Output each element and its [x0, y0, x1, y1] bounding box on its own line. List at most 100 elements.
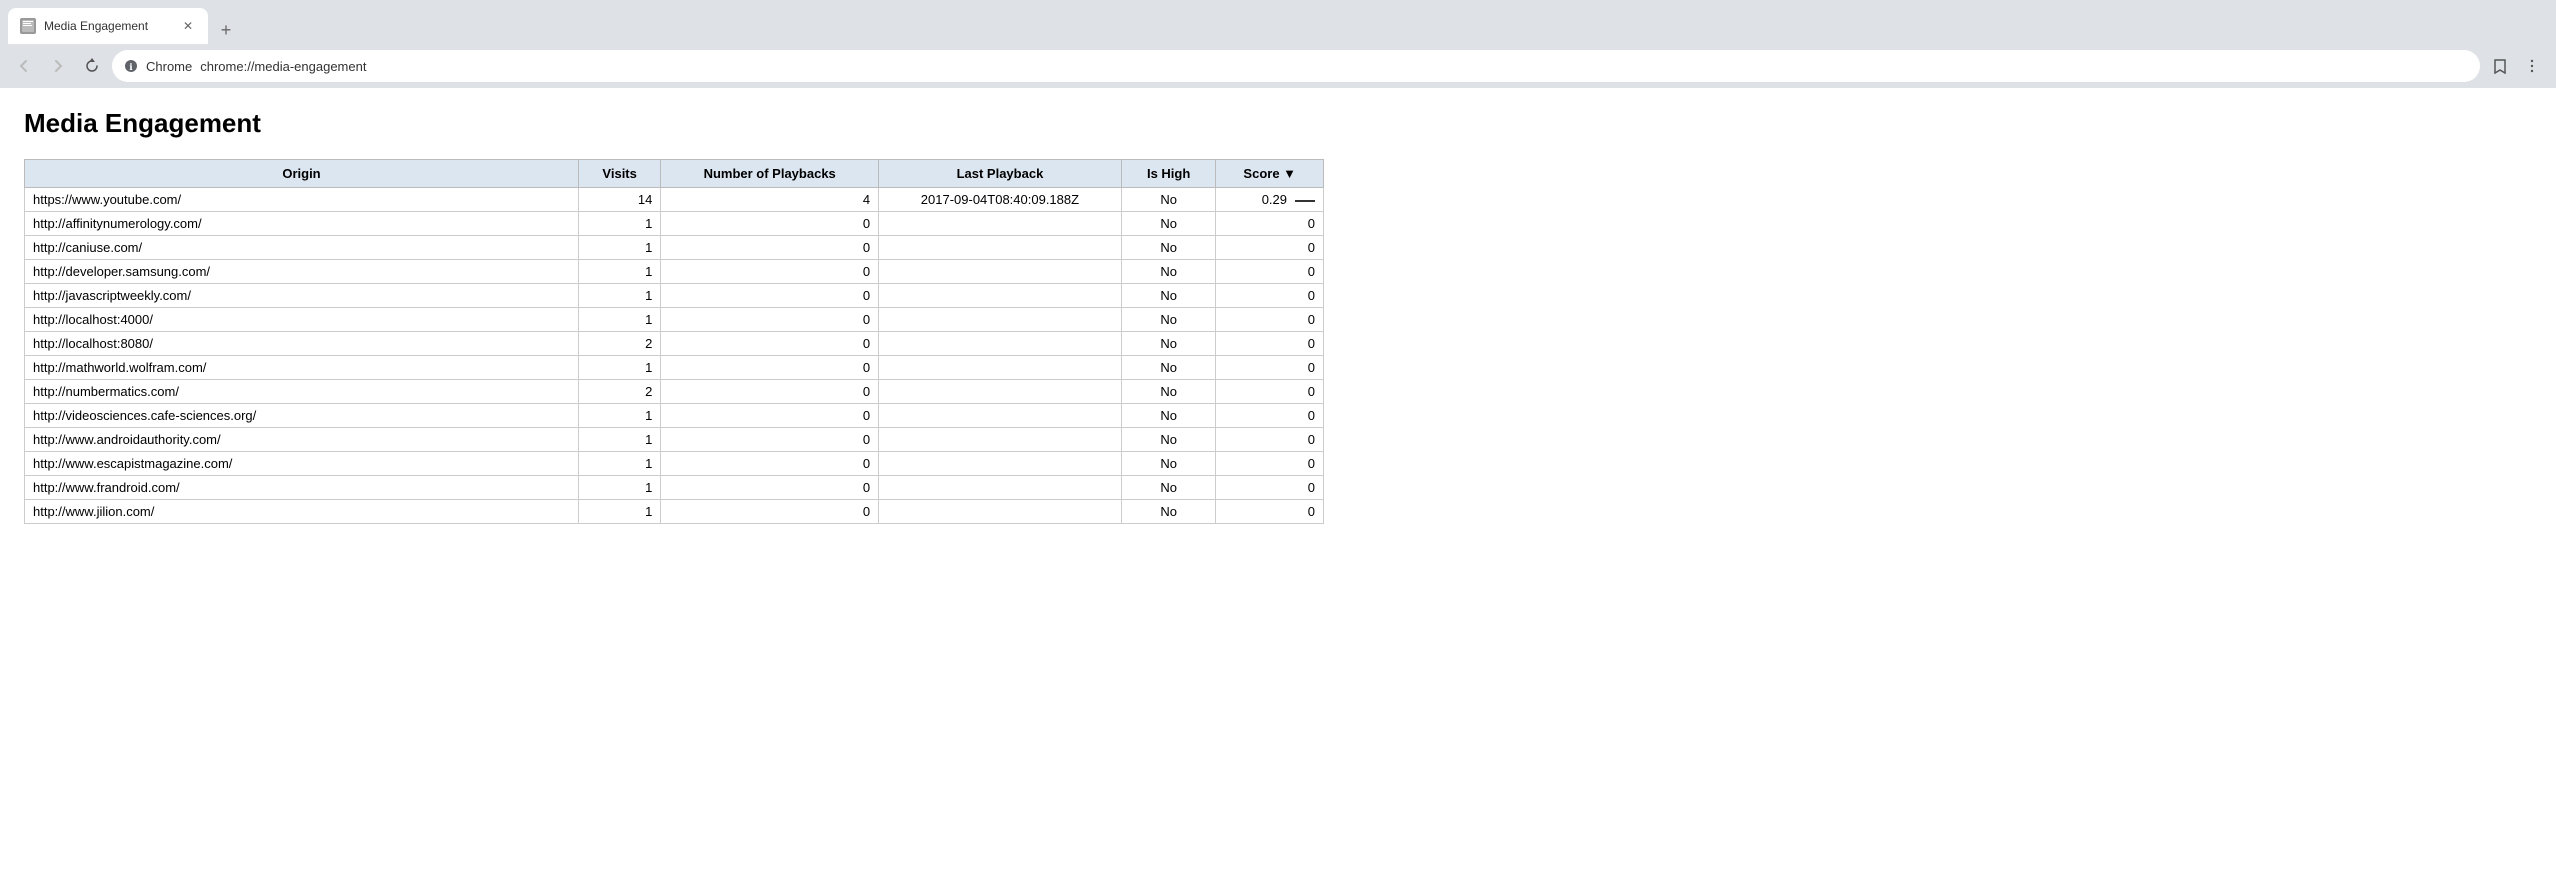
table-row: https://www.youtube.com/1442017-09-04T08… — [25, 188, 1324, 212]
cell-origin: http://www.frandroid.com/ — [25, 476, 579, 500]
cell-last-playback — [879, 428, 1122, 452]
column-header-last-playback[interactable]: Last Playback — [879, 160, 1122, 188]
tab-title: Media Engagement — [44, 19, 172, 33]
cell-playbacks: 0 — [661, 356, 879, 380]
cell-last-playback — [879, 356, 1122, 380]
cell-origin: http://www.escapistmagazine.com/ — [25, 452, 579, 476]
cell-is-high: No — [1121, 308, 1216, 332]
address-bar-row: ℹ Chrome chrome://media-engagement — [0, 44, 2556, 88]
cell-is-high: No — [1121, 500, 1216, 524]
cell-last-playback — [879, 380, 1122, 404]
address-bar[interactable]: ℹ Chrome chrome://media-engagement — [112, 50, 2480, 82]
score-dash — [1295, 200, 1315, 202]
cell-visits: 1 — [578, 500, 660, 524]
table-row: http://www.androidauthority.com/10No0 — [25, 428, 1324, 452]
reload-button[interactable] — [78, 52, 106, 80]
cell-visits: 1 — [578, 356, 660, 380]
table-row: http://mathworld.wolfram.com/10No0 — [25, 356, 1324, 380]
cell-score: 0 — [1216, 260, 1324, 284]
page-content: Media Engagement Origin Visits Number of… — [0, 88, 2556, 544]
back-button[interactable] — [10, 52, 38, 80]
table-row: http://numbermatics.com/20No0 — [25, 380, 1324, 404]
cell-visits: 1 — [578, 212, 660, 236]
cell-playbacks: 0 — [661, 260, 879, 284]
cell-is-high: No — [1121, 188, 1216, 212]
table-row: http://javascriptweekly.com/10No0 — [25, 284, 1324, 308]
cell-is-high: No — [1121, 452, 1216, 476]
cell-origin: https://www.youtube.com/ — [25, 188, 579, 212]
bookmark-button[interactable] — [2486, 52, 2514, 80]
cell-last-playback — [879, 476, 1122, 500]
cell-score: 0 — [1216, 356, 1324, 380]
cell-is-high: No — [1121, 260, 1216, 284]
cell-visits: 2 — [578, 332, 660, 356]
cell-visits: 1 — [578, 284, 660, 308]
cell-playbacks: 0 — [661, 500, 879, 524]
column-header-playbacks[interactable]: Number of Playbacks — [661, 160, 879, 188]
cell-playbacks: 0 — [661, 236, 879, 260]
cell-score: 0 — [1216, 452, 1324, 476]
cell-visits: 1 — [578, 404, 660, 428]
cell-is-high: No — [1121, 236, 1216, 260]
cell-playbacks: 0 — [661, 476, 879, 500]
cell-visits: 1 — [578, 236, 660, 260]
cell-origin: http://javascriptweekly.com/ — [25, 284, 579, 308]
cell-score: 0.29 — [1216, 188, 1324, 212]
cell-score: 0 — [1216, 332, 1324, 356]
engagement-table: Origin Visits Number of Playbacks Last P… — [24, 159, 1324, 524]
tab-favicon — [20, 18, 36, 34]
cell-origin: http://numbermatics.com/ — [25, 380, 579, 404]
column-header-score[interactable]: Score ▼ — [1216, 160, 1324, 188]
cell-last-playback — [879, 236, 1122, 260]
cell-score: 0 — [1216, 284, 1324, 308]
tab-bar: Media Engagement ✕ + — [0, 0, 2556, 44]
column-header-origin[interactable]: Origin — [25, 160, 579, 188]
menu-button[interactable] — [2518, 52, 2546, 80]
cell-playbacks: 0 — [661, 428, 879, 452]
browser-chrome: Media Engagement ✕ + ℹ Chrome chrome://m… — [0, 0, 2556, 88]
cell-visits: 1 — [578, 260, 660, 284]
column-header-visits[interactable]: Visits — [578, 160, 660, 188]
cell-last-playback — [879, 332, 1122, 356]
table-row: http://www.frandroid.com/10No0 — [25, 476, 1324, 500]
cell-score: 0 — [1216, 308, 1324, 332]
table-body: https://www.youtube.com/1442017-09-04T08… — [25, 188, 1324, 524]
table-row: http://www.escapistmagazine.com/10No0 — [25, 452, 1324, 476]
new-tab-button[interactable]: + — [212, 16, 240, 44]
cell-playbacks: 0 — [661, 212, 879, 236]
active-tab[interactable]: Media Engagement ✕ — [8, 8, 208, 44]
cell-origin: http://localhost:8080/ — [25, 332, 579, 356]
cell-last-playback — [879, 212, 1122, 236]
cell-playbacks: 0 — [661, 404, 879, 428]
forward-button[interactable] — [44, 52, 72, 80]
cell-origin: http://caniuse.com/ — [25, 236, 579, 260]
table-row: http://videosciences.cafe-sciences.org/1… — [25, 404, 1324, 428]
table-header-row: Origin Visits Number of Playbacks Last P… — [25, 160, 1324, 188]
cell-origin: http://www.jilion.com/ — [25, 500, 579, 524]
table-row: http://caniuse.com/10No0 — [25, 236, 1324, 260]
cell-playbacks: 0 — [661, 332, 879, 356]
cell-playbacks: 0 — [661, 452, 879, 476]
cell-playbacks: 4 — [661, 188, 879, 212]
address-bar-actions — [2486, 52, 2546, 80]
cell-playbacks: 0 — [661, 380, 879, 404]
cell-is-high: No — [1121, 404, 1216, 428]
cell-visits: 1 — [578, 452, 660, 476]
cell-visits: 1 — [578, 308, 660, 332]
cell-score: 0 — [1216, 428, 1324, 452]
cell-last-playback — [879, 404, 1122, 428]
cell-is-high: No — [1121, 356, 1216, 380]
column-header-is-high[interactable]: Is High — [1121, 160, 1216, 188]
secure-icon: ℹ — [124, 59, 138, 73]
cell-score: 0 — [1216, 500, 1324, 524]
cell-is-high: No — [1121, 380, 1216, 404]
cell-is-high: No — [1121, 284, 1216, 308]
cell-is-high: No — [1121, 332, 1216, 356]
page-title: Media Engagement — [24, 108, 2532, 139]
tab-close-button[interactable]: ✕ — [180, 18, 196, 34]
table-row: http://localhost:8080/20No0 — [25, 332, 1324, 356]
cell-last-playback — [879, 500, 1122, 524]
address-brand: Chrome — [146, 59, 192, 74]
cell-last-playback — [879, 452, 1122, 476]
table-row: http://localhost:4000/10No0 — [25, 308, 1324, 332]
